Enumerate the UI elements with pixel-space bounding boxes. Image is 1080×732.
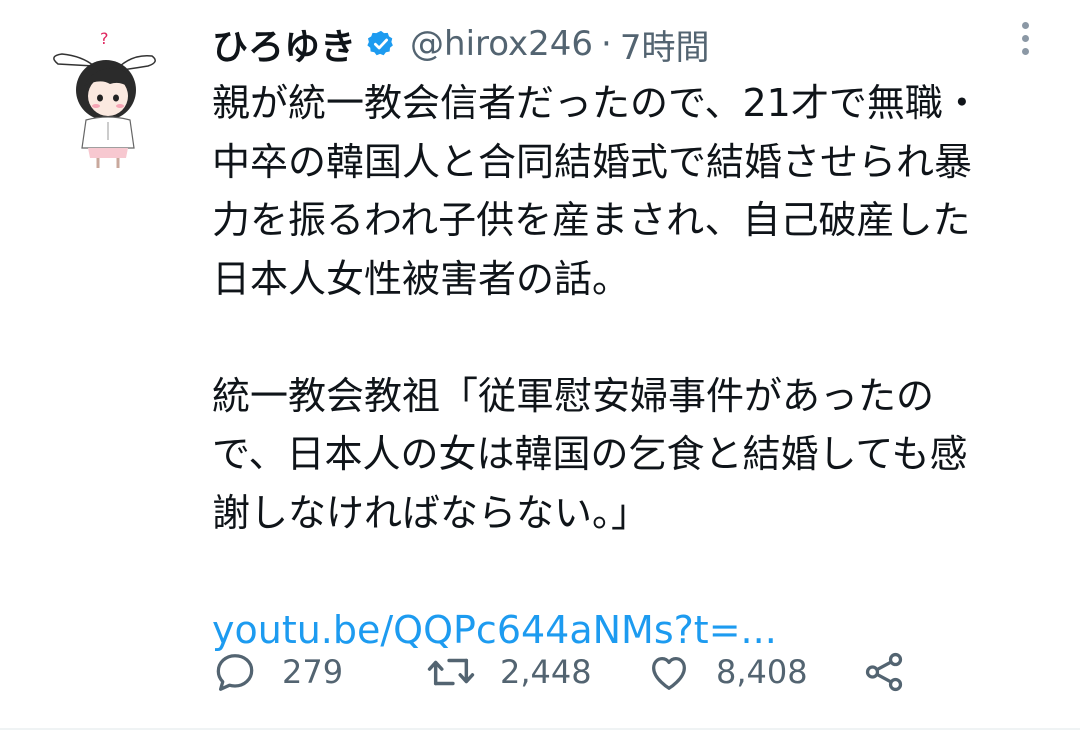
share-button[interactable] xyxy=(861,649,907,695)
tweet-line: 中卒の韓国人と合同結婚式で結婚させられ暴 xyxy=(212,139,973,184)
tweet-line: で、日本人の女は韓国の乞食と結婚しても感 xyxy=(212,432,968,476)
reply-icon xyxy=(216,654,254,691)
retweet-icon xyxy=(427,658,475,686)
more-dot xyxy=(1021,34,1029,42)
tweet-header: ひろゆき @hirox246 · 7時間 xyxy=(212,18,709,70)
tweet-line: 親が統一教会信者だったので、21才で無職・ xyxy=(212,81,981,125)
tweet-text: 親が統一教会信者だったので、21才で無職・ 中卒の韓国人と合同結婚式で結婚させら… xyxy=(212,74,1042,659)
reply-count: 279 xyxy=(282,653,344,691)
share-icon xyxy=(865,652,903,692)
verified-badge-icon xyxy=(366,29,396,59)
tweet[interactable]: ? ひろゆき @hirox246 · 7時間 親が統一教会信者だったので、21才… xyxy=(0,0,1080,730)
anime-girl-bunny-ears-avatar-icon: ? xyxy=(53,29,156,168)
header-separator: · xyxy=(601,24,612,64)
more-dot xyxy=(1021,47,1029,55)
divider xyxy=(0,728,1080,730)
tweet-line: 謝しなければならない。」 xyxy=(212,490,650,535)
heart-icon xyxy=(652,656,686,690)
like-count: 8,408 xyxy=(716,653,808,691)
tweet-line: 力を振るわれ子供を産まされ、自己破産した xyxy=(212,198,971,242)
retweet-count: 2,448 xyxy=(500,653,592,691)
reply-button[interactable]: 279 xyxy=(212,649,426,695)
more-dot xyxy=(1021,21,1029,29)
tweet-paragraph-1: 親が統一教会信者だったので、21才で無職・ 中卒の韓国人と合同結婚式で結婚させら… xyxy=(212,74,1042,308)
tweet-line: 日本人女性被害者の話。 xyxy=(212,256,631,301)
like-button[interactable]: 8,408 xyxy=(646,649,861,695)
tweet-line: 統一教会教祖「従軍慰安婦事件があったの xyxy=(212,373,935,418)
handle[interactable]: @hirox246 xyxy=(410,24,593,64)
more-options-icon[interactable] xyxy=(1010,18,1040,58)
tweet-actions: 279 2,448 8,408 xyxy=(212,644,907,700)
tweet-paragraph-2: 統一教会教祖「従軍慰安婦事件があったの で、日本人の女は韓国の乞食と結婚しても感… xyxy=(212,367,1042,543)
retweet-button[interactable]: 2,448 xyxy=(426,649,646,695)
timestamp[interactable]: 7時間 xyxy=(620,20,710,69)
display-name[interactable]: ひろゆき xyxy=(212,18,356,70)
avatar[interactable]: ? xyxy=(48,20,158,170)
svg-text:?: ? xyxy=(100,29,109,48)
